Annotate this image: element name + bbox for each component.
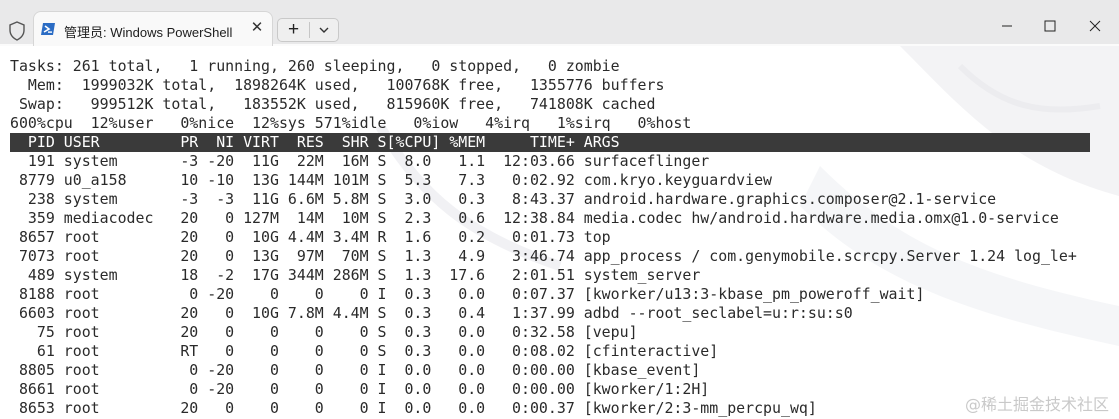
table-row: 75 root 20 0 0 0 0 S 0.3 0.0 0:32.58 [ve… bbox=[10, 323, 638, 341]
table-row: 489 system 18 -2 17G 344M 286M S 1.3 17.… bbox=[10, 266, 701, 284]
tasks-line: Tasks: 261 total, 1 running, 260 sleepin… bbox=[10, 57, 620, 75]
process-table-header: PID USER PR NI VIRT RES SHR S[%CPU] %MEM… bbox=[10, 133, 1090, 152]
table-row: 61 root RT 0 0 0 0 S 0.3 0.0 0:08.02 [cf… bbox=[10, 342, 719, 360]
watermark: @稀土掘金技术社区 bbox=[964, 391, 1109, 415]
maximize-icon[interactable] bbox=[1027, 11, 1073, 41]
table-row: 8653 root 20 0 0 0 0 I 0.0 0.0 0:00.37 [… bbox=[10, 399, 817, 417]
tab-title: 管理员: Windows PowerShell bbox=[64, 25, 233, 40]
new-tab-group: + bbox=[277, 18, 339, 42]
table-row: 8657 root 20 0 10G 4.4M 3.4M R 1.6 0.2 0… bbox=[10, 228, 611, 246]
table-row: 6603 root 20 0 10G 7.8M 4.4M S 0.3 0.4 1… bbox=[10, 304, 853, 322]
summary-block: Tasks: 261 total, 1 running, 260 sleepin… bbox=[10, 57, 691, 133]
cpu-line: 600%cpu 12%user 0%nice 12%sys 571%idle 0… bbox=[10, 114, 692, 132]
plus-icon[interactable]: + bbox=[278, 19, 309, 41]
table-row: 8661 root 0 -20 0 0 0 I 0.0 0.0 0:00.00 … bbox=[10, 380, 710, 398]
process-table: 191 system -3 -20 11G 22M 16M S 8.0 1.1 … bbox=[10, 152, 1077, 418]
swap-line: Swap: 999512K total, 183552K used, 81596… bbox=[10, 95, 656, 113]
close-icon[interactable]: ✕ bbox=[249, 20, 265, 36]
terminal-output[interactable]: Tasks: 261 total, 1 running, 260 sleepin… bbox=[0, 46, 1119, 419]
title-bar: 管理员: Windows PowerShell ✕ + bbox=[0, 0, 1119, 46]
table-row: 8779 u0_a158 10 -10 13G 144M 101M S 5.3 … bbox=[10, 171, 773, 189]
tab-powershell[interactable]: 管理员: Windows PowerShell ✕ bbox=[34, 12, 272, 46]
table-row: 8188 root 0 -20 0 0 0 I 0.3 0.0 0:07.37 … bbox=[10, 285, 925, 303]
header-row: PID USER PR NI VIRT RES SHR S[%CPU] %MEM… bbox=[10, 133, 620, 151]
table-row: 8805 root 0 -20 0 0 0 I 0.0 0.0 0:00.00 … bbox=[10, 361, 701, 379]
table-row: 359 mediacodec 20 0 127M 14M 10M S 2.3 0… bbox=[10, 209, 1059, 227]
powershell-icon bbox=[41, 23, 55, 35]
minimize-icon[interactable] bbox=[984, 11, 1030, 41]
table-row: 238 system -3 -3 11G 6.6M 5.8M S 3.0 0.3… bbox=[10, 190, 997, 208]
table-row: 7073 root 20 0 13G 97M 70M S 1.3 4.9 3:4… bbox=[10, 247, 1077, 265]
mem-line: Mem: 1999032K total, 1898264K used, 1007… bbox=[10, 76, 665, 94]
window-close-icon[interactable] bbox=[1072, 11, 1118, 41]
table-row: 191 system -3 -20 11G 22M 16M S 8.0 1.1 … bbox=[10, 152, 710, 170]
shield-icon[interactable] bbox=[8, 21, 26, 41]
chevron-down-icon[interactable] bbox=[310, 19, 338, 41]
